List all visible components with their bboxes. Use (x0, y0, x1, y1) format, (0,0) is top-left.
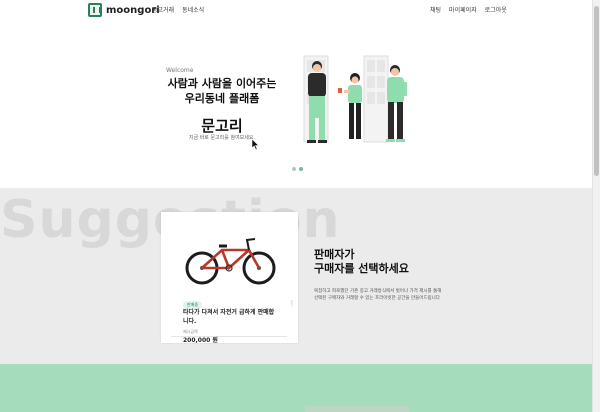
hero-title-line2: 우리동네 플래폼 (184, 92, 260, 105)
sell-heading: 판매자가 구매자를 선택하세요 (314, 248, 409, 276)
nav-my-page[interactable]: 마이페이지 (449, 5, 477, 14)
suggestion-section: Suggestion 판매중 ⋮ 타다가 다쳐서 자전거 급하게 판매합니다. … (0, 188, 592, 364)
main-nav: 중고거래 동네소식 (152, 5, 204, 14)
band-decoration (305, 406, 409, 412)
page-scrollbar[interactable] (592, 0, 600, 412)
bicycle-image (177, 228, 281, 292)
sell-heading-line1: 판매자가 (314, 248, 355, 261)
hero-brand: 문고리 (201, 117, 243, 135)
sell-heading-line2: 구매자를 선택하세요 (314, 262, 409, 275)
people-illustration (303, 55, 407, 143)
mouse-cursor-icon (252, 139, 260, 151)
nav-local-news[interactable]: 동네소식 (182, 5, 204, 14)
more-options-icon[interactable]: ⋮ (289, 300, 295, 307)
sell-description: 복잡하고 피로했던 기존 중고 거래방식에서 벗어나 가격 제시를 통해 선택된… (314, 289, 442, 301)
nav-used-trade[interactable]: 중고거래 (152, 5, 174, 14)
slide-dot-1[interactable] (292, 167, 296, 171)
user-nav: 채팅 마이페이지 로그아웃 (430, 5, 507, 14)
hero-subtitle: 지금 바로 문고리를 참여보세요. (188, 135, 256, 141)
hero-welcome: Welcome (166, 67, 194, 74)
nav-logout[interactable]: 로그아웃 (485, 5, 507, 14)
slide-indicators (292, 167, 303, 171)
top-navigation: moongori 중고거래 동네소식 채팅 마이페이지 로그아웃 (0, 0, 592, 20)
slide-dot-2[interactable] (299, 167, 303, 171)
product-panel: 판매중 ⋮ 타다가 다쳐서 자전거 급하게 판매합니다. 제시금액 200,00… (161, 212, 298, 344)
hero-title-line1: 사람과 사람을 이어주는 (167, 77, 277, 90)
scrollbar-thumb[interactable] (594, 6, 599, 176)
next-section-band (0, 364, 592, 412)
product-card[interactable]: 판매중 ⋮ 타다가 다쳐서 자전거 급하게 판매합니다. 제시금액 200,00… (171, 222, 295, 344)
nav-chat[interactable]: 채팅 (430, 5, 441, 14)
brand[interactable]: moongori (88, 3, 160, 17)
door-logo-icon (88, 3, 102, 17)
product-title: 타다가 다쳐서 자전거 급하게 판매합니다. (183, 309, 275, 325)
product-price: 200,000 원 (183, 337, 218, 344)
hero-title: 사람과 사람을 이어주는 우리동네 플래폼 (146, 76, 298, 106)
hero-section: Welcome 사람과 사람을 이어주는 우리동네 플래폼 문고리 지금 바로 … (0, 20, 592, 188)
